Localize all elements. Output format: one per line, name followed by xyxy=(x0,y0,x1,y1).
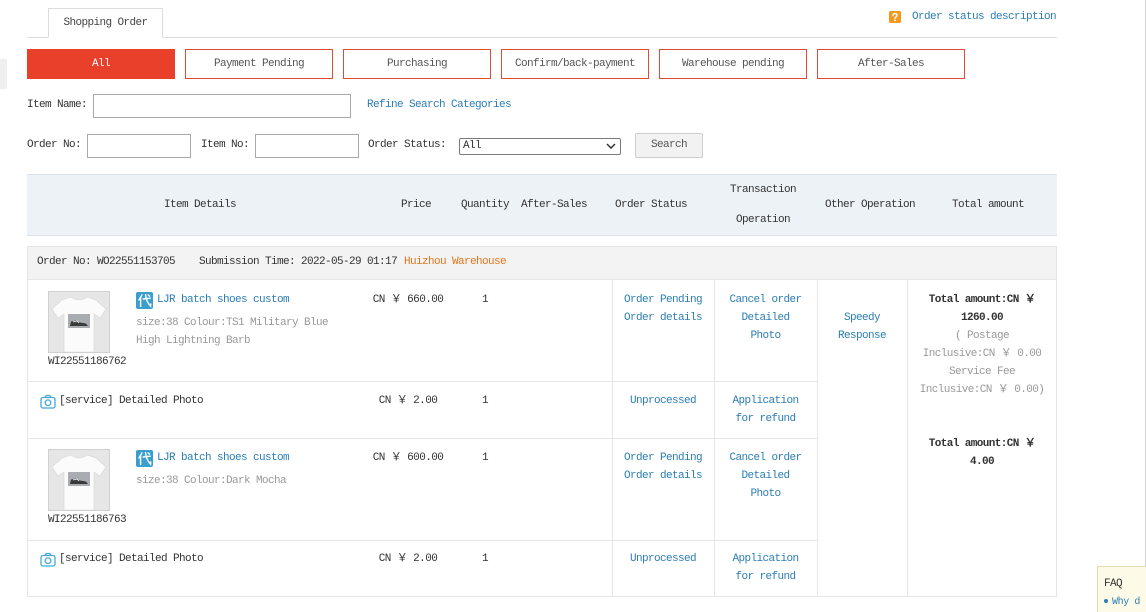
faq-title: FAQ xyxy=(1104,578,1123,590)
service-price: CN ￥ 2.00 xyxy=(378,395,438,407)
refund-link[interactable]: Application for refund xyxy=(725,550,806,586)
item-quantity: 1 xyxy=(481,294,489,306)
search-button[interactable]: Search xyxy=(635,133,703,158)
header-item-details: Item Details xyxy=(163,199,237,211)
total-amount-label: Total amount: xyxy=(928,438,1008,450)
total-amount-label: Total amount: xyxy=(928,294,1008,306)
faq-item-link[interactable]: Why d xyxy=(1104,596,1140,610)
header-after-sales: After-Sales xyxy=(520,199,588,211)
chevron-down-icon xyxy=(606,143,616,149)
order-status-description-link[interactable]: Order status description xyxy=(912,10,1057,24)
filter-confirm-back-payment[interactable]: Confirm/back-payment xyxy=(501,49,649,79)
daigou-badge-icon xyxy=(136,450,153,467)
filter-all[interactable]: All xyxy=(27,49,175,79)
item-code: WI22551186762 xyxy=(48,356,127,368)
row-divider xyxy=(27,540,817,541)
filter-purchasing[interactable]: Purchasing xyxy=(343,49,491,79)
refine-search-categories-link[interactable]: Refine Search Categories xyxy=(367,98,512,112)
product-thumbnail[interactable] xyxy=(48,449,110,511)
tab-shopping-order[interactable]: Shopping Order xyxy=(48,8,163,38)
product-spec: size:38 Colour:Dark Mocha xyxy=(136,475,287,487)
service-price: CN ￥ 2.00 xyxy=(378,553,438,565)
header-transaction-operation: Transaction Operation xyxy=(729,184,797,226)
order-status: Order Pending xyxy=(623,294,703,306)
order-no-label: Order No: xyxy=(37,256,92,268)
filter-after-sales[interactable]: After-Sales xyxy=(817,49,965,79)
tab-bar-divider xyxy=(27,37,1057,38)
order-no-input[interactable] xyxy=(87,134,191,158)
row-divider xyxy=(27,438,817,439)
order-status: Order Pending xyxy=(623,452,703,464)
camera-icon xyxy=(40,393,56,410)
item-quantity: 1 xyxy=(481,452,489,464)
product-name-link[interactable]: LJR batch shoes custom xyxy=(157,451,290,465)
item-price: CN ￥ 660.00 xyxy=(372,294,444,306)
total-amount: Total amount:CN ￥ 4.00 xyxy=(917,435,1047,471)
service-name: [service] Detailed Photo xyxy=(59,395,204,407)
submission-time-value: 2022-05-29 01:17 xyxy=(301,256,398,268)
item-name-label: Item Name: xyxy=(27,99,88,111)
total-amount: Total amount:CN ￥ 1260.00 xyxy=(917,291,1047,327)
sidebar-edge xyxy=(0,59,7,89)
item-no-label: Item No: xyxy=(201,139,250,151)
speedy-response-link[interactable]: Speedy Response xyxy=(827,309,897,345)
tshirt-image xyxy=(49,292,109,352)
service-quantity: 1 xyxy=(481,395,489,407)
service-status: Unprocessed xyxy=(629,395,697,407)
item-price: CN ￥ 600.00 xyxy=(372,452,444,464)
header-price: Price xyxy=(400,199,432,211)
order-status-selected: All xyxy=(463,140,482,152)
submission-time-label: Submission Time: xyxy=(199,256,296,268)
bullet-icon xyxy=(1104,599,1108,604)
total-amount-block: Total amount:CN ￥ 1260.00 ( Postage Incl… xyxy=(917,291,1047,399)
cancel-order-link[interactable]: Cancel order xyxy=(725,293,806,307)
tab-label: Shopping Order xyxy=(63,17,148,29)
order-details-link[interactable]: Order details xyxy=(612,469,714,483)
item-name-input[interactable] xyxy=(93,94,351,118)
filter-payment-pending[interactable]: Payment Pending xyxy=(185,49,333,79)
question-icon xyxy=(889,11,901,23)
item-code: WI22551186763 xyxy=(48,514,127,526)
product-spec: size:38 Colour:TS1 Military Blue High Li… xyxy=(136,317,329,347)
camera-icon xyxy=(40,551,56,568)
header-quantity: Quantity xyxy=(460,199,510,211)
service-name: [service] Detailed Photo xyxy=(59,553,204,565)
daigou-badge-icon xyxy=(136,292,153,309)
row-divider xyxy=(27,381,817,382)
faq-item-text: Why d xyxy=(1112,597,1141,608)
column-divider xyxy=(907,280,908,597)
order-status-select[interactable]: All xyxy=(459,138,621,155)
order-number: Order No: WO22551153705 xyxy=(37,255,176,269)
order-details-link[interactable]: Order details xyxy=(612,311,714,325)
service-status: Unprocessed xyxy=(629,553,697,565)
item-no-input[interactable] xyxy=(255,134,359,158)
service-quantity: 1 xyxy=(481,553,489,565)
detailed-photo-link[interactable]: Detailed Photo xyxy=(725,309,806,345)
submission-time: Submission Time: 2022-05-29 01:17 xyxy=(199,255,398,269)
refund-link[interactable]: Application for refund xyxy=(725,392,806,428)
order-no-value: WO22551153705 xyxy=(97,256,176,268)
tshirt-image xyxy=(49,450,109,510)
filter-warehouse-pending[interactable]: Warehouse pending xyxy=(659,49,807,79)
product-name-link[interactable]: LJR batch shoes custom xyxy=(157,293,290,307)
faq-panel: FAQ Why d xyxy=(1097,566,1146,612)
warehouse-label: Huizhou Warehouse xyxy=(404,256,507,268)
header-other-operation: Other Operation xyxy=(824,199,916,211)
detailed-photo-link[interactable]: Detailed Photo xyxy=(725,467,806,503)
shopping-order-page: Shopping Order Order status description … xyxy=(0,0,1146,612)
header-order-status: Order Status xyxy=(614,199,688,211)
order-status-label: Order Status: xyxy=(368,139,447,151)
cancel-order-link[interactable]: Cancel order xyxy=(725,451,806,465)
total-amount-block: Total amount:CN ￥ 4.00 xyxy=(917,435,1047,471)
column-divider xyxy=(817,280,818,597)
order-header-row xyxy=(27,246,1057,280)
order-no-label: Order No: xyxy=(27,139,82,151)
total-breakdown: ( Postage Inclusive:CN ￥ 0.00 Service Fe… xyxy=(919,330,1045,396)
product-thumbnail[interactable] xyxy=(48,291,110,353)
header-total-amount: Total amount xyxy=(951,199,1025,211)
